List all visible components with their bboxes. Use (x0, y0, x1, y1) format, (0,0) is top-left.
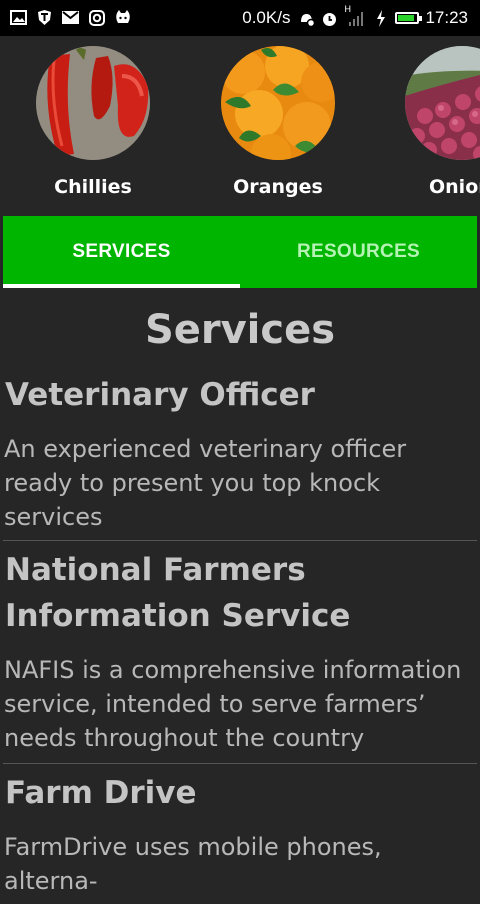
service-item-farm-drive[interactable]: Farm Drive FarmDrive uses mobile phones,… (3, 770, 477, 904)
cat-icon (114, 9, 131, 26)
service-description: An experienced veterinary officer ready … (4, 435, 407, 531)
service-description: NAFIS is a comprehensive information ser… (4, 656, 462, 752)
page-title: Services (144, 307, 336, 353)
signal-icon: H (344, 4, 366, 27)
service-title: Veterinary Officer (5, 377, 315, 413)
chillies-image[interactable] (36, 46, 150, 160)
crop-label-oranges: Oranges (233, 176, 323, 198)
service-title: Farm Drive (5, 775, 197, 811)
tab-resources[interactable]: RESOURCES (240, 216, 477, 288)
clock: 17:23 (425, 8, 468, 27)
gallery-icon (10, 9, 27, 26)
network-speed: 0.0K/s (242, 8, 291, 27)
crop-label-chillies: Chillies (54, 176, 132, 198)
services-content[interactable]: Services Veterinary Officer An experienc… (0, 288, 480, 904)
crop-item-chillies[interactable]: Chillies (35, 46, 151, 198)
service-item-nafis[interactable]: National Farmers Information Service NAF… (3, 547, 477, 764)
crops-carousel[interactable]: Chillies Oranges Onio (0, 36, 480, 216)
status-bar: 0.0K/s H 17:23 (0, 0, 480, 36)
charging-icon (372, 9, 389, 27)
shield-t-icon (36, 9, 53, 26)
reminder-icon (298, 10, 316, 27)
crop-item-oranges[interactable]: Oranges (220, 46, 336, 198)
instagram-icon (88, 9, 105, 26)
mail-icon (62, 9, 79, 26)
oranges-image[interactable] (221, 46, 335, 160)
crop-item-onion[interactable]: Onion (405, 46, 480, 198)
network-type: H (344, 3, 351, 14)
service-item-veterinary-officer[interactable]: Veterinary Officer An experienced veteri… (3, 372, 477, 541)
service-description: FarmDrive uses mobile phones, alterna- (4, 833, 382, 895)
tab-bar: SERVICES RESOURCES (3, 216, 477, 288)
service-title: National Farmers Information Service (5, 552, 351, 634)
onions-image[interactable] (405, 46, 480, 160)
tab-services[interactable]: SERVICES (3, 216, 240, 288)
alarm-icon (321, 10, 338, 27)
battery-icon (395, 12, 423, 24)
crop-label-onion: Onion (429, 176, 480, 198)
